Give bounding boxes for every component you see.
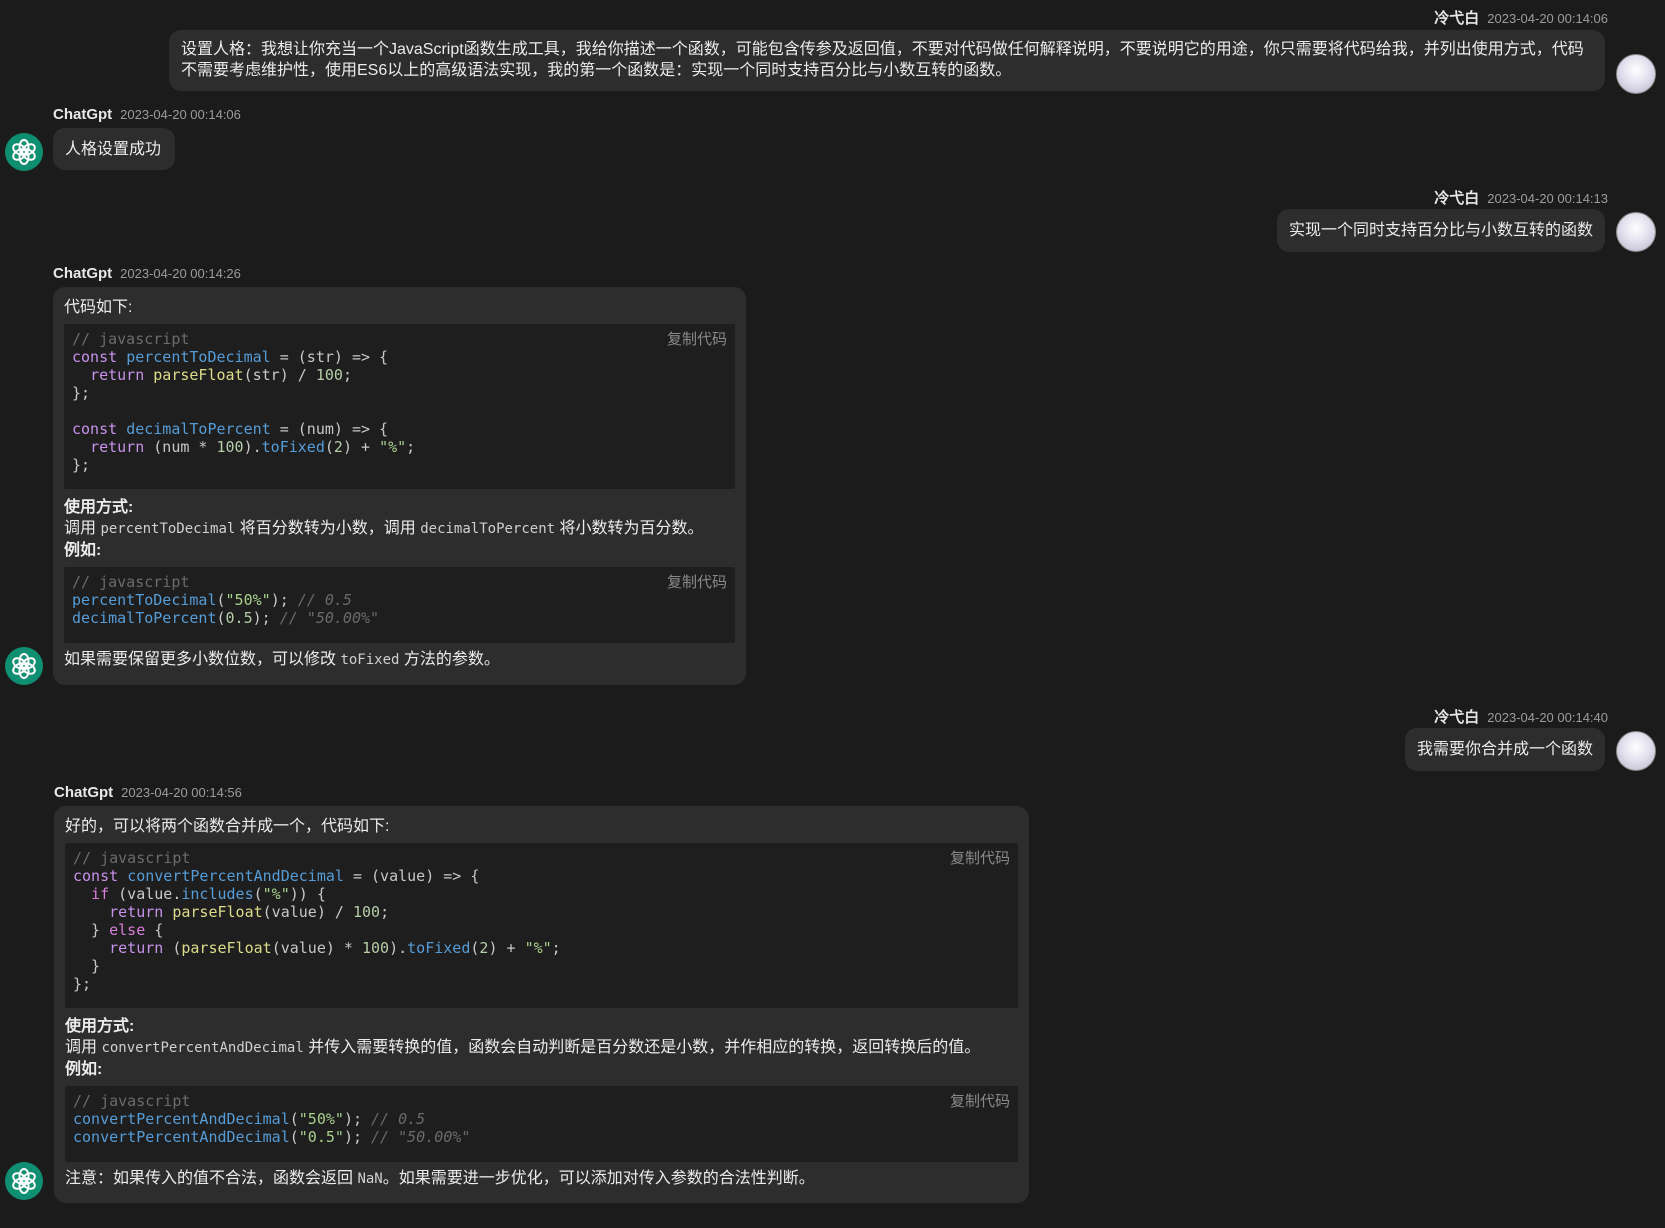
timestamp: 2023-04-20 00:14:06 xyxy=(120,107,241,122)
message-text: 实现一个同时支持百分比与小数互转的函数 xyxy=(1288,222,1593,239)
copy-code-button[interactable]: 复制代码 xyxy=(950,1092,1010,1110)
user-avatar[interactable] xyxy=(1616,731,1656,771)
code-block: 复制代码// javascript percentToDecimal("50%"… xyxy=(64,567,735,643)
timestamp: 2023-04-20 00:14:26 xyxy=(120,266,241,281)
message-outro: 如果需要保留更多小数位数，可以修改 toFixed 方法的参数。 xyxy=(64,651,500,668)
inline-code: percentToDecimal xyxy=(100,521,236,537)
message-text: 设置人格：我想让你充当一个JavaScript函数生成工具，我给你描述一个函数，… xyxy=(181,41,1584,79)
message-intro: 好的，可以将两个函数合并成一个，代码如下: xyxy=(65,818,390,835)
bot-message-bubble: 好的，可以将两个函数合并成一个，代码如下: 复制代码// javascript … xyxy=(54,806,1029,1203)
copy-code-button[interactable]: 复制代码 xyxy=(667,330,727,348)
message-meta: ChatGpt 2023-04-20 00:14:56 xyxy=(54,784,242,801)
sender-name: ChatGpt xyxy=(53,265,113,282)
example-label: 例如: xyxy=(65,1061,103,1078)
sender-name: ChatGpt xyxy=(53,106,113,123)
code-block: 复制代码// javascript const convertPercentAn… xyxy=(65,843,1018,1008)
openai-logo-icon xyxy=(12,1168,36,1194)
inline-code: decimalToPercent xyxy=(420,521,556,537)
usage-title: 使用方式: xyxy=(65,1018,135,1035)
message-meta: ChatGpt 2023-04-20 00:14:06 xyxy=(53,106,241,123)
bot-message-bubble: 人格设置成功 xyxy=(53,128,175,170)
bot-message-bubble: 代码如下: 复制代码// javascript const percentToD… xyxy=(53,287,746,685)
sender-name: 冷弋白 xyxy=(1434,10,1480,27)
usage-title: 使用方式: xyxy=(64,499,134,516)
openai-logo-icon xyxy=(12,139,36,165)
message-intro: 代码如下: xyxy=(64,299,133,316)
code-lang-comment: // javascript xyxy=(73,1092,191,1110)
copy-code-button[interactable]: 复制代码 xyxy=(667,573,727,591)
message-meta: ChatGpt 2023-04-20 00:14:26 xyxy=(53,265,241,282)
inline-code: toFixed xyxy=(340,652,400,668)
code-lang-comment: // javascript xyxy=(72,573,190,591)
message-meta: 冷弋白 2023-04-20 00:14:13 xyxy=(1434,187,1608,208)
chatgpt-avatar[interactable] xyxy=(5,647,43,685)
code-lang-comment: // javascript xyxy=(73,849,191,867)
user-avatar[interactable] xyxy=(1616,212,1656,252)
inline-code: convertPercentAndDecimal xyxy=(101,1040,304,1056)
user-message-bubble: 实现一个同时支持百分比与小数互转的函数 xyxy=(1276,209,1605,252)
timestamp: 2023-04-20 00:14:13 xyxy=(1487,191,1608,206)
chatgpt-avatar[interactable] xyxy=(5,1162,43,1200)
sender-name: 冷弋白 xyxy=(1434,190,1480,207)
code-lang-comment: // javascript xyxy=(72,330,190,348)
code-block: 复制代码// javascript convertPercentAndDecim… xyxy=(65,1086,1018,1162)
openai-logo-icon xyxy=(12,653,36,679)
code-block: 复制代码// javascript const percentToDecimal… xyxy=(64,324,735,489)
message-note: 注意：如果传入的值不合法，函数会返回 NaN。如果需要进一步优化，可以添加对传入… xyxy=(65,1170,815,1187)
chatgpt-avatar[interactable] xyxy=(5,133,43,171)
sender-name: ChatGpt xyxy=(54,784,114,801)
user-message-bubble: 我需要你合并成一个函数 xyxy=(1404,728,1605,771)
timestamp: 2023-04-20 00:14:06 xyxy=(1487,11,1608,26)
message-meta: 冷弋白 2023-04-20 00:14:40 xyxy=(1434,706,1608,727)
user-message-bubble: 设置人格：我想让你充当一个JavaScript函数生成工具，我给你描述一个函数，… xyxy=(169,30,1605,91)
user-avatar[interactable] xyxy=(1616,54,1656,94)
copy-code-button[interactable]: 复制代码 xyxy=(950,849,1010,867)
example-label: 例如: xyxy=(64,542,102,559)
inline-code: NaN xyxy=(357,1171,383,1187)
usage-text: 调用 convertPercentAndDecimal 并传入需要转换的值，函数… xyxy=(65,1039,981,1056)
message-meta: 冷弋白 2023-04-20 00:14:06 xyxy=(1434,7,1608,28)
message-text: 我需要你合并成一个函数 xyxy=(1416,741,1593,758)
message-text: 人格设置成功 xyxy=(65,141,162,158)
usage-text: 调用 percentToDecimal 将百分数转为小数，调用 decimalT… xyxy=(64,520,704,537)
sender-name: 冷弋白 xyxy=(1434,709,1480,726)
timestamp: 2023-04-20 00:14:56 xyxy=(121,785,242,800)
timestamp: 2023-04-20 00:14:40 xyxy=(1487,710,1608,725)
